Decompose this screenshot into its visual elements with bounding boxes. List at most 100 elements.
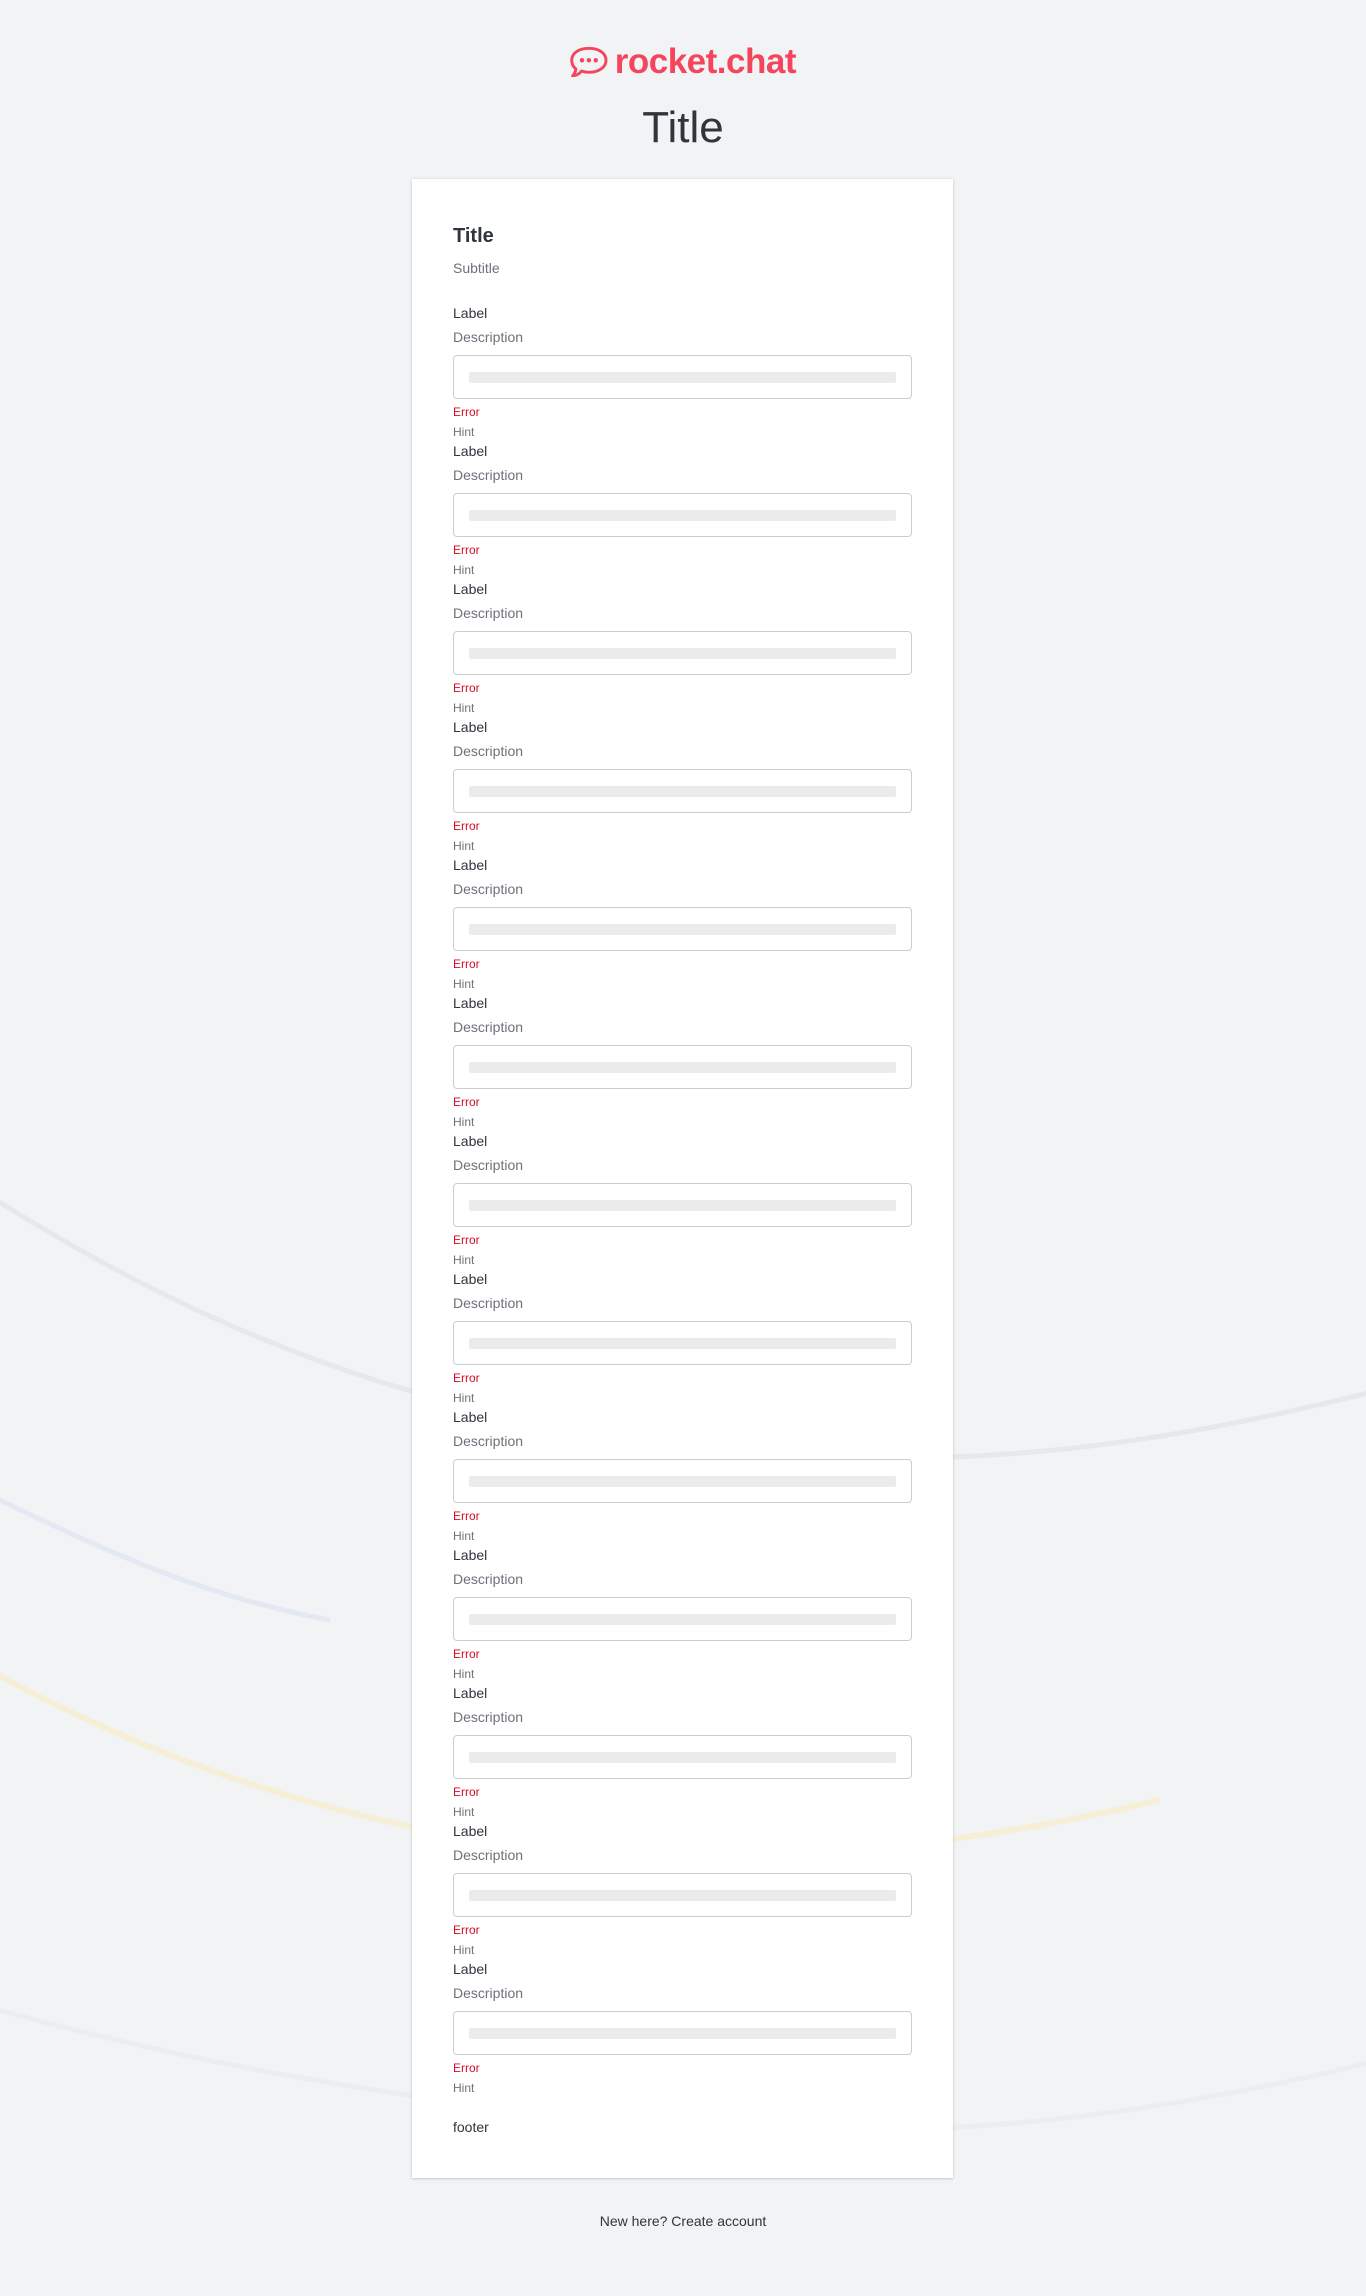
- input-skeleton: [469, 1475, 896, 1487]
- input-skeleton: [469, 371, 896, 383]
- field-input[interactable]: [453, 1459, 912, 1503]
- form-field: Label Description Error Hint: [453, 1683, 912, 1821]
- field-hint: Hint: [453, 1115, 475, 1129]
- form-field: Label Description Error Hint: [453, 1545, 912, 1683]
- field-input[interactable]: [453, 1045, 912, 1089]
- field-label: Label: [453, 719, 488, 735]
- field-error: Error: [453, 681, 480, 695]
- field-hint: Hint: [453, 563, 475, 577]
- field-error: Error: [453, 2061, 480, 2075]
- field-description: Description: [453, 1847, 524, 1863]
- field-hint: Hint: [453, 1943, 475, 1957]
- form-field: Label Description Error Hint: [453, 1407, 912, 1545]
- field-label: Label: [453, 1271, 488, 1287]
- field-description: Description: [453, 605, 524, 621]
- form-footer: footer: [453, 2119, 489, 2135]
- field-description: Description: [453, 1709, 524, 1725]
- field-description: Description: [453, 1985, 524, 2001]
- field-input[interactable]: [453, 493, 912, 537]
- form-field: Label Description Error Hint: [453, 303, 912, 441]
- field-label: Label: [453, 305, 488, 321]
- form-field: Label Description Error Hint: [453, 855, 912, 993]
- form-field: Label Description Error Hint: [453, 1131, 912, 1269]
- field-description: Description: [453, 1157, 524, 1173]
- field-hint: Hint: [453, 977, 475, 991]
- field-error: Error: [453, 1785, 480, 1799]
- field-description: Description: [453, 743, 524, 759]
- input-skeleton: [469, 923, 896, 935]
- field-input[interactable]: [453, 631, 912, 675]
- field-description: Description: [453, 881, 524, 897]
- field-hint: Hint: [453, 701, 475, 715]
- field-description: Description: [453, 467, 524, 483]
- field-error: Error: [453, 1095, 480, 1109]
- input-skeleton: [469, 1751, 896, 1763]
- field-label: Label: [453, 1409, 488, 1425]
- field-input[interactable]: [453, 1597, 912, 1641]
- create-account-link[interactable]: New here? Create account: [0, 2211, 1366, 2231]
- input-skeleton: [469, 1199, 896, 1211]
- field-input[interactable]: [453, 2011, 912, 2055]
- input-skeleton: [469, 1337, 896, 1349]
- field-error: Error: [453, 1923, 480, 1937]
- field-error: Error: [453, 1647, 480, 1661]
- form-field: Label Description Error Hint: [453, 1959, 912, 2097]
- input-skeleton: [469, 2027, 896, 2039]
- input-skeleton: [469, 1889, 896, 1901]
- field-label: Label: [453, 1685, 488, 1701]
- form-title: Title: [453, 225, 494, 247]
- form-field: Label Description Error Hint: [453, 993, 912, 1131]
- field-input[interactable]: [453, 769, 912, 813]
- field-input[interactable]: [453, 1321, 912, 1365]
- field-label: Label: [453, 1823, 488, 1839]
- input-skeleton: [469, 1613, 896, 1625]
- field-hint: Hint: [453, 425, 475, 439]
- field-label: Label: [453, 857, 488, 873]
- field-error: Error: [453, 1509, 480, 1523]
- field-label: Label: [453, 995, 488, 1011]
- field-input[interactable]: [453, 1183, 912, 1227]
- field-hint: Hint: [453, 1529, 475, 1543]
- form-card: Title Subtitle Label Description Error H…: [412, 179, 953, 2178]
- input-skeleton: [469, 509, 896, 521]
- field-label: Label: [453, 581, 488, 597]
- field-label: Label: [453, 1547, 488, 1563]
- field-hint: Hint: [453, 2081, 475, 2095]
- field-hint: Hint: [453, 1391, 475, 1405]
- form-field: Label Description Error Hint: [453, 579, 912, 717]
- field-input[interactable]: [453, 907, 912, 951]
- field-label: Label: [453, 1133, 488, 1149]
- rocket-chat-logo: rocket.chat: [570, 41, 797, 83]
- field-hint: Hint: [453, 1805, 475, 1819]
- form-field: Label Description Error Hint: [453, 1821, 912, 1959]
- field-description: Description: [453, 1019, 524, 1035]
- field-input[interactable]: [453, 1873, 912, 1917]
- field-description: Description: [453, 329, 524, 345]
- field-description: Description: [453, 1571, 524, 1587]
- field-description: Description: [453, 1295, 524, 1311]
- field-input[interactable]: [453, 355, 912, 399]
- form-fields: Label Description Error Hint Label Descr…: [453, 303, 912, 2097]
- field-error: Error: [453, 819, 480, 833]
- field-label: Label: [453, 1961, 488, 1977]
- form-subtitle: Subtitle: [453, 260, 500, 276]
- form-field: Label Description Error Hint: [453, 1269, 912, 1407]
- input-skeleton: [469, 647, 896, 659]
- field-description: Description: [453, 1433, 524, 1449]
- field-error: Error: [453, 1233, 480, 1247]
- field-input[interactable]: [453, 1735, 912, 1779]
- field-hint: Hint: [453, 1253, 475, 1267]
- logo-text: rocket.chat: [614, 42, 797, 81]
- field-error: Error: [453, 405, 480, 419]
- field-error: Error: [453, 1371, 480, 1385]
- rocket-chat-logo-icon: [570, 46, 608, 78]
- input-skeleton: [469, 1061, 896, 1073]
- page-title: Title: [642, 103, 724, 152]
- field-error: Error: [453, 957, 480, 971]
- field-label: Label: [453, 443, 488, 459]
- input-skeleton: [469, 785, 896, 797]
- field-error: Error: [453, 543, 480, 557]
- field-hint: Hint: [453, 1667, 475, 1681]
- form-field: Label Description Error Hint: [453, 441, 912, 579]
- field-hint: Hint: [453, 839, 475, 853]
